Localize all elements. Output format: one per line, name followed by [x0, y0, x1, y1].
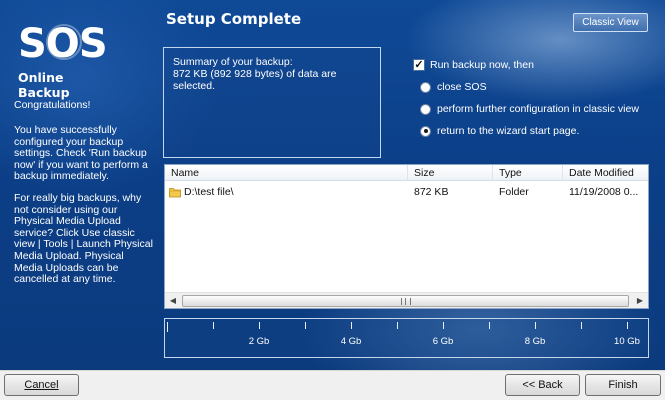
ruler-label-4gb: 4 Gb: [340, 336, 362, 347]
ruler-label-8gb: 8 Gb: [524, 336, 546, 347]
cancel-button-label: Cancel: [24, 379, 59, 391]
ruler-tick: [305, 322, 306, 329]
cancel-button[interactable]: Cancel: [4, 374, 79, 396]
classic-view-button[interactable]: Classic View: [573, 13, 648, 32]
sidebar-paragraph-2: For really big backups, why not consider…: [14, 192, 153, 286]
folder-icon: [169, 188, 181, 198]
congrats-text: Congratulations!: [14, 99, 91, 111]
size-ruler: 2 Gb 4 Gb 6 Gb 8 Gb 10 Gb: [164, 318, 649, 358]
column-header-name[interactable]: Name: [165, 165, 408, 181]
scroll-right-icon[interactable]: ▶: [632, 293, 648, 309]
radio-label: close SOS: [437, 81, 487, 93]
column-header-type[interactable]: Type: [493, 165, 563, 181]
run-backup-now-label: Run backup now, then: [430, 59, 534, 71]
file-list[interactable]: Name Size Type Date Modified D:\test fil…: [164, 164, 649, 309]
scrollbar-thumb[interactable]: [182, 295, 629, 307]
back-button-label: << Back: [522, 379, 563, 391]
radio-selected-dot: [423, 129, 428, 133]
radio-label: perform further configuration in classic…: [437, 103, 639, 115]
run-backup-now-option[interactable]: ✓ Run backup now, then: [413, 59, 534, 71]
radio-button[interactable]: [420, 125, 431, 137]
file-size: 872 KB: [414, 186, 449, 198]
ruler-tick: [213, 322, 214, 329]
logo-title: SOS: [18, 21, 108, 67]
ruler-tick: [535, 322, 536, 329]
ruler-tick: [351, 322, 352, 329]
file-date: 11/19/2008 0...: [569, 186, 639, 198]
column-header-size[interactable]: Size: [408, 165, 493, 181]
radio-button[interactable]: [420, 103, 431, 115]
finish-button-label: Finish: [608, 379, 638, 391]
run-backup-now-checkbox[interactable]: ✓: [413, 59, 425, 71]
ruler-label-6gb: 6 Gb: [432, 336, 454, 347]
summary-box: Summary of your backup: 872 KB (892 928 …: [163, 47, 381, 158]
ruler-tick: [489, 322, 490, 329]
scroll-left-icon[interactable]: ◀: [165, 293, 181, 309]
ruler-tick: [259, 322, 260, 329]
radio-classic-config[interactable]: perform further configuration in classic…: [420, 103, 639, 115]
logo-subtitle: Online Backup: [18, 70, 70, 100]
ruler-tick: [397, 322, 398, 329]
summary-heading: Summary of your backup:: [173, 56, 293, 68]
ruler-tick: [443, 322, 444, 329]
sidebar-paragraph-1: You have successfully configured your ba…: [14, 124, 148, 183]
ruler-tick: [581, 322, 582, 329]
file-name: D:\test file\: [184, 186, 234, 198]
ruler-label-2gb: 2 Gb: [248, 336, 270, 347]
back-button[interactable]: << Back: [505, 374, 580, 396]
table-row[interactable]: D:\test file\ 872 KB Folder 11/19/2008 0…: [165, 184, 648, 200]
ruler-label-10gb: 10 Gb: [614, 336, 640, 347]
ruler-tick: [167, 322, 168, 332]
finish-button[interactable]: Finish: [585, 374, 661, 396]
radio-close-sos[interactable]: close SOS: [420, 81, 487, 93]
summary-detail: 872 KB (892 928 bytes) of data are selec…: [173, 68, 337, 92]
list-header: Name Size Type Date Modified: [165, 165, 648, 181]
radio-label: return to the wizard start page.: [437, 125, 580, 137]
radio-wizard-start[interactable]: return to the wizard start page.: [420, 125, 579, 137]
page-title: Setup Complete: [166, 10, 302, 28]
ruler-tick: [627, 322, 628, 329]
file-type: Folder: [499, 186, 529, 198]
horizontal-scrollbar[interactable]: ◀ ▶: [165, 292, 648, 308]
radio-button[interactable]: [420, 81, 431, 93]
column-header-date[interactable]: Date Modified: [563, 165, 648, 181]
grip-icon: [401, 298, 411, 305]
